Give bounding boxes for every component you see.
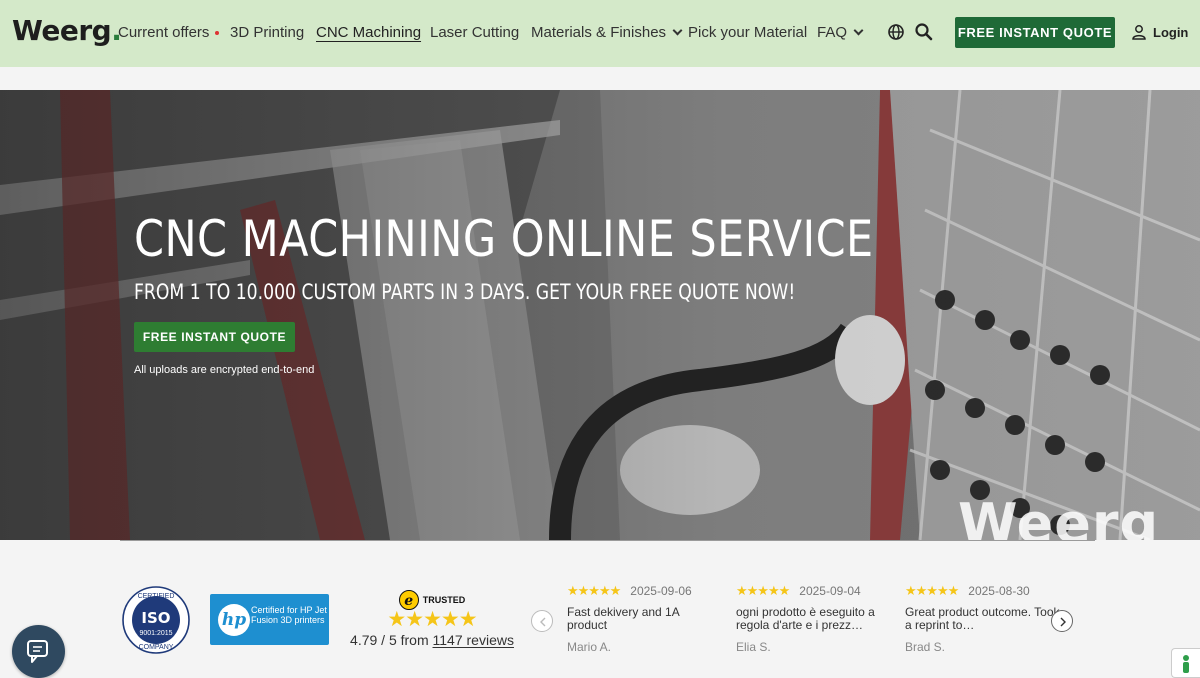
nav-materials-finishes[interactable]: Materials & Finishes [531, 24, 683, 41]
hp-cert-text: Certified for HP Jet Fusion 3D printers [251, 605, 327, 625]
review-author: Brad S. [905, 640, 946, 654]
review-card: ★★★★★ 2025-08-30 Great product outcome. … [905, 583, 1060, 654]
hp-certification-badge: hp Certified for HP Jet Fusion 3D printe… [210, 594, 329, 645]
trusted-shops-badge: e TRUSTED [398, 590, 466, 610]
carousel-next-button[interactable] [1051, 610, 1073, 632]
review-date: 2025-09-06 [630, 584, 692, 598]
weerg-watermark: Weerg [958, 492, 1160, 540]
chat-icon [27, 640, 48, 663]
free-quote-hero-button[interactable]: FREE INSTANT QUOTE [134, 322, 295, 352]
hp-logo: hp [218, 604, 250, 636]
divider [120, 540, 1095, 541]
nav-label: Pick your Material [688, 24, 808, 41]
iso-bottom-text: COMPANY [139, 644, 174, 651]
side-feedback-tab[interactable] [1171, 648, 1200, 678]
iso-top-text: CERTIFIED [138, 593, 175, 600]
review-date: 2025-08-30 [968, 584, 1030, 598]
search-icon[interactable] [914, 22, 934, 42]
factory-background-image [0, 90, 1200, 540]
site-header: Weerg. Current offers 3D Printing CNC Ma… [0, 0, 1200, 67]
review-author: Elia S. [736, 640, 771, 654]
hero-subtitle: FROM 1 TO 10.000 CUSTOM PARTS IN 3 DAYS.… [134, 280, 796, 304]
chat-button[interactable] [12, 625, 65, 678]
review-card: ★★★★★ 2025-09-04 ogni prodotto è eseguit… [736, 583, 891, 654]
nav-label: Current offers [118, 24, 210, 41]
nav-3d-printing[interactable]: 3D Printing [230, 24, 304, 41]
rating-text: 4.79 / 5 from [350, 632, 429, 648]
nav-faq[interactable]: FAQ [817, 24, 864, 41]
nav-label: FAQ [817, 24, 848, 41]
review-card: ★★★★★ 2025-09-06 Fast dekivery and 1A pr… [567, 583, 722, 654]
chevron-down-icon [853, 25, 864, 36]
review-text: Great product outcome. Took a reprint to… [905, 605, 1060, 632]
review-date: 2025-09-04 [799, 584, 861, 598]
reviews-link[interactable]: 1147 reviews [433, 632, 514, 648]
carousel-prev-button[interactable] [531, 610, 553, 632]
nav-pick-material[interactable]: Pick your Material [688, 24, 807, 41]
encryption-note: All uploads are encrypted end-to-end [134, 364, 315, 376]
review-text: Fast dekivery and 1A product [567, 605, 680, 632]
chevron-right-icon [1060, 617, 1066, 627]
user-icon [1132, 25, 1146, 40]
review-stars: ★★★★★ [736, 583, 790, 598]
review-stars: ★★★★★ [905, 583, 959, 598]
person-icon [1183, 655, 1189, 673]
nav-current-offers[interactable]: Current offers [118, 24, 220, 41]
trusted-label: TRUSTED [422, 595, 466, 605]
offer-indicator-dot [215, 31, 220, 36]
nav-cnc-machining[interactable]: CNC Machining [316, 24, 421, 41]
review-stars: ★★★★★ [567, 583, 621, 598]
logo[interactable]: Weerg. [12, 14, 122, 47]
nav-laser-cutting[interactable]: Laser Cutting [430, 24, 519, 41]
trusted-shops-logo: e [398, 590, 419, 610]
iso-code-text: 9001:2015 [139, 630, 172, 637]
hero-title: CNC MACHINING ONLINE SERVICE [134, 210, 874, 268]
nav-label: Laser Cutting [430, 24, 520, 41]
rating-summary: 4.79 / 5 from 1147 reviews [346, 632, 518, 648]
iso-main-text: ISO [141, 609, 170, 627]
nav-label: Materials & Finishes [531, 24, 667, 41]
login-label: Login [1153, 24, 1189, 40]
login-link[interactable]: Login [1131, 24, 1188, 40]
nav-label: 3D Printing [230, 24, 305, 41]
chevron-left-icon [540, 617, 546, 627]
free-quote-header-button[interactable]: FREE INSTANT QUOTE [955, 17, 1115, 48]
nav-label: CNC Machining [316, 24, 422, 41]
trusted-shops-widget[interactable]: e TRUSTED ★★★★★ 4.79 / 5 from 1147 revie… [346, 590, 518, 648]
review-text: ogni prodotto è eseguito a regola d'arte… [736, 605, 875, 632]
iso-certification-badge: CERTIFIED ISO 9001:2015 COMPANY [122, 586, 190, 654]
chevron-down-icon [672, 25, 683, 36]
globe-icon[interactable] [886, 22, 906, 42]
review-author: Mario A. [567, 640, 612, 654]
hero-banner: CNC MACHINING ONLINE SERVICE FROM 1 TO 1… [0, 90, 1200, 540]
rating-stars: ★★★★★ [387, 608, 477, 631]
logo-text: Weerg [12, 14, 112, 47]
